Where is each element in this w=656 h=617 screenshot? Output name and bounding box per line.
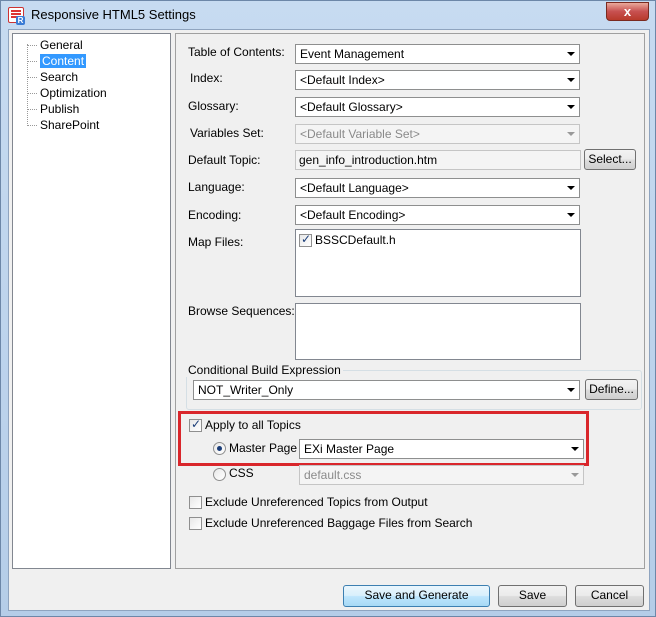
variables-label: Variables Set: [190, 126, 264, 140]
chevron-down-icon [567, 213, 575, 217]
tree-item-label: Search [40, 70, 79, 84]
tree-item-content[interactable]: Content [25, 54, 88, 69]
toc-value: Event Management [300, 47, 405, 61]
index-value: <Default Index> [300, 73, 385, 87]
map-files-label: Map Files: [188, 235, 244, 249]
tree-item-general[interactable]: General [25, 38, 85, 53]
cbe-dropdown[interactable]: NOT_Writer_Only [193, 380, 580, 400]
tree-item-publish[interactable]: Publish [25, 102, 81, 117]
glossary-dropdown[interactable]: <Default Glossary> [295, 97, 580, 117]
cbe-group-title: Conditional Build Expression [186, 363, 343, 377]
glossary-value: <Default Glossary> [300, 100, 403, 114]
tree-item-sharepoint[interactable]: SharePoint [25, 118, 101, 133]
toc-dropdown[interactable]: Event Management [295, 44, 580, 64]
tree-item-label: Optimization [40, 86, 107, 100]
tree-item-search[interactable]: Search [25, 70, 80, 85]
dialog-client-area: General Content Search Optimization Publ… [8, 29, 650, 611]
language-dropdown[interactable]: <Default Language> [295, 178, 580, 198]
window-title: Responsive HTML5 Settings [31, 7, 196, 22]
tree-item-label: General [40, 38, 83, 52]
css-dropdown: default.css [299, 465, 584, 485]
variables-dropdown: <Default Variable Set> [295, 124, 580, 144]
tree-item-label: SharePoint [40, 118, 100, 132]
browse-sequences-label: Browse Sequences: [188, 304, 295, 318]
robohelp-app-icon [8, 7, 25, 25]
language-label: Language: [188, 180, 245, 194]
css-value: default.css [304, 468, 362, 482]
close-button[interactable]: x [606, 2, 649, 21]
chevron-down-icon [567, 52, 575, 56]
chevron-down-icon [567, 186, 575, 190]
chevron-down-icon [567, 105, 575, 109]
index-label: Index: [190, 71, 223, 85]
toc-label: Table of Contents: [188, 45, 285, 59]
css-radio[interactable] [213, 468, 226, 481]
chevron-down-icon [571, 473, 579, 477]
css-label: CSS [229, 466, 254, 480]
save-button[interactable]: Save [498, 585, 567, 607]
tree-item-label: Publish [40, 102, 80, 116]
encoding-value: <Default Encoding> [300, 208, 406, 222]
tree-item-label: Content [40, 54, 87, 68]
title-bar: Responsive HTML5 Settings x [1, 1, 655, 29]
browse-sequences-list[interactable] [295, 303, 581, 360]
select-topic-button[interactable]: Select... [584, 149, 636, 170]
exclude-baggage-checkbox[interactable] [189, 517, 202, 530]
default-topic-field[interactable]: gen_info_introduction.htm [295, 150, 581, 170]
chevron-down-icon [567, 78, 575, 82]
tree-item-optimization[interactable]: Optimization [25, 86, 109, 101]
encoding-dropdown[interactable]: <Default Encoding> [295, 205, 580, 225]
variables-value: <Default Variable Set> [300, 127, 420, 141]
cbe-value: NOT_Writer_Only [198, 383, 294, 397]
map-file-label: BSSCDefault.h [315, 233, 396, 247]
language-value: <Default Language> [300, 181, 409, 195]
exclude-baggage-label: Exclude Unreferenced Baggage Files from … [205, 516, 473, 530]
map-files-list[interactable]: BSSCDefault.h [295, 229, 581, 297]
define-cbe-button[interactable]: Define... [585, 379, 638, 400]
highlight-box [178, 411, 589, 466]
encoding-label: Encoding: [188, 208, 242, 222]
exclude-topics-label: Exclude Unreferenced Topics from Output [205, 495, 428, 509]
chevron-down-icon [567, 388, 575, 392]
settings-tree: General Content Search Optimization Publ… [12, 33, 171, 569]
content-panel: Table of Contents: Event Management Inde… [175, 33, 645, 569]
settings-dialog: Responsive HTML5 Settings x General Cont… [0, 0, 656, 617]
chevron-down-icon [567, 132, 575, 136]
glossary-label: Glossary: [188, 99, 239, 113]
exclude-topics-checkbox[interactable] [189, 496, 202, 509]
index-dropdown[interactable]: <Default Index> [295, 70, 580, 90]
save-and-generate-button[interactable]: Save and Generate [343, 585, 490, 607]
map-file-checkbox[interactable] [299, 232, 312, 247]
cancel-button[interactable]: Cancel [575, 585, 644, 607]
default-topic-label: Default Topic: [188, 153, 261, 167]
